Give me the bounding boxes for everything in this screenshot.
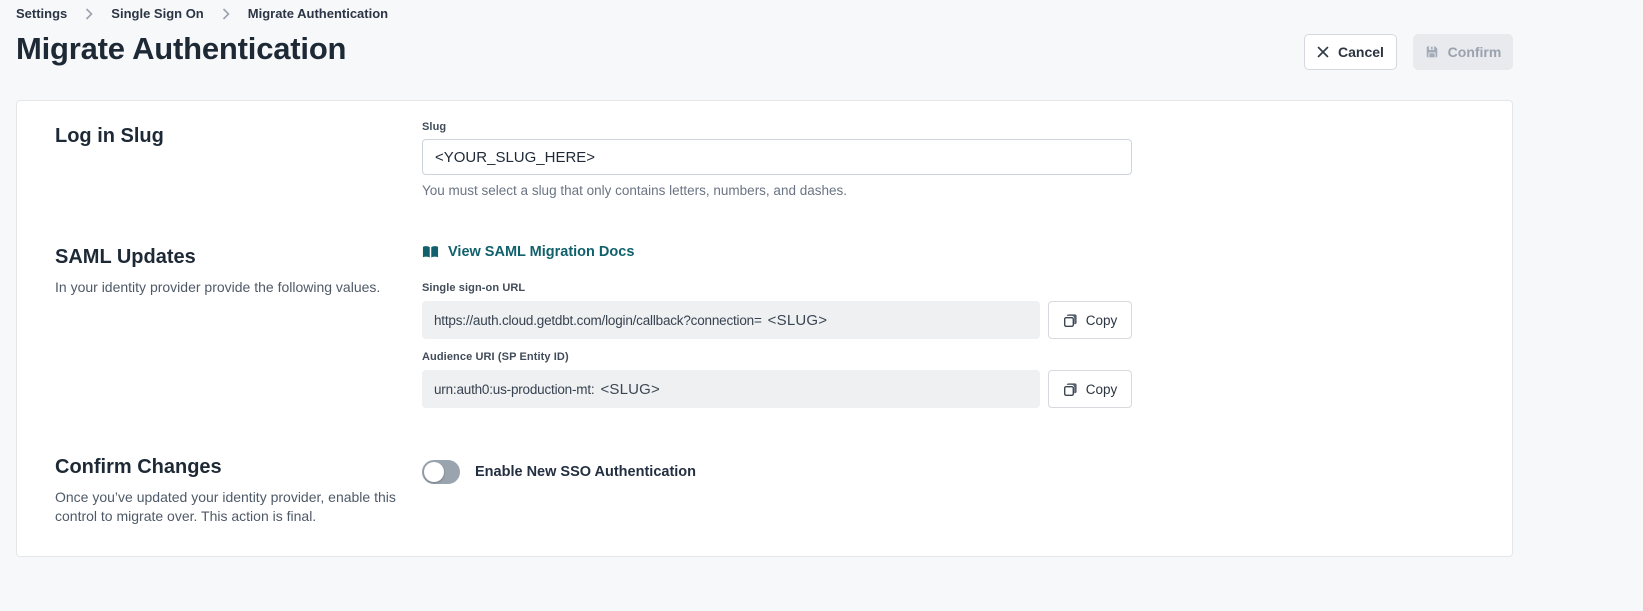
- saml-updates-heading: SAML Updates: [55, 246, 406, 269]
- copy-icon: [1063, 313, 1078, 328]
- sso-url-prefix: https://auth.cloud.getdbt.com/login/call…: [434, 313, 762, 328]
- enable-sso-toggle-label: Enable New SSO Authentication: [475, 464, 696, 480]
- confirm-button-label: Confirm: [1448, 44, 1502, 60]
- view-saml-migration-docs-link[interactable]: View SAML Migration Docs: [422, 244, 634, 260]
- confirm-changes-heading: Confirm Changes: [55, 456, 406, 479]
- audience-uri-value: urn:auth0:us-production-mt: <SLUG>: [422, 370, 1040, 408]
- migrate-authentication-page: Settings Single Sign On Migrate Authenti…: [16, 0, 1513, 557]
- copy-audience-uri-button[interactable]: Copy: [1048, 370, 1132, 408]
- sso-url-group: Single sign-on URL https://auth.cloud.ge…: [422, 282, 1132, 339]
- copy-button-label: Copy: [1086, 313, 1118, 328]
- toggle-knob: [424, 462, 444, 482]
- login-slug-heading: Log in Slug: [55, 125, 406, 148]
- sso-url-value: https://auth.cloud.getdbt.com/login/call…: [422, 301, 1040, 339]
- breadcrumb-single-sign-on[interactable]: Single Sign On: [111, 6, 203, 21]
- copy-sso-url-button[interactable]: Copy: [1048, 301, 1132, 339]
- save-icon: [1425, 45, 1439, 59]
- chevron-right-icon: [85, 8, 93, 20]
- page-title: Migrate Authentication: [16, 31, 346, 67]
- confirm-button[interactable]: Confirm: [1413, 34, 1513, 70]
- breadcrumb-settings[interactable]: Settings: [16, 6, 67, 21]
- cancel-button[interactable]: Cancel: [1304, 34, 1397, 70]
- enable-sso-toggle-row: Enable New SSO Authentication: [422, 460, 1132, 484]
- cancel-button-label: Cancel: [1338, 44, 1384, 60]
- enable-sso-toggle[interactable]: [422, 460, 460, 484]
- audience-uri-group: Audience URI (SP Entity ID) urn:auth0:us…: [422, 351, 1132, 408]
- chevron-right-icon: [222, 8, 230, 20]
- breadcrumb-migrate-authentication: Migrate Authentication: [248, 6, 388, 21]
- breadcrumb: Settings Single Sign On Migrate Authenti…: [16, 6, 1513, 21]
- sso-url-slug-placeholder: <SLUG>: [768, 312, 828, 329]
- audience-uri-label: Audience URI (SP Entity ID): [422, 351, 1132, 363]
- copy-icon: [1063, 382, 1078, 397]
- section-confirm-changes: Confirm Changes Once you’ve updated your…: [55, 452, 1474, 526]
- open-book-icon: [422, 245, 439, 259]
- slug-input[interactable]: [422, 139, 1132, 175]
- confirm-changes-description: Once you’ve updated your identity provid…: [55, 488, 406, 526]
- header-actions: Cancel Confirm: [1304, 34, 1513, 70]
- migrate-authentication-card: Log in Slug Slug You must select a slug …: [16, 100, 1513, 557]
- slug-field-label: Slug: [422, 121, 1132, 133]
- copy-button-label: Copy: [1086, 382, 1118, 397]
- page-header: Migrate Authentication Cancel: [16, 31, 1513, 70]
- section-login-slug: Log in Slug Slug You must select a slug …: [55, 121, 1474, 198]
- sso-url-label: Single sign-on URL: [422, 282, 1132, 294]
- x-icon: [1317, 46, 1329, 58]
- saml-updates-description: In your identity provider provide the fo…: [55, 278, 406, 297]
- docs-link-label: View SAML Migration Docs: [448, 244, 634, 260]
- audience-uri-prefix: urn:auth0:us-production-mt:: [434, 382, 594, 397]
- audience-uri-slug-placeholder: <SLUG>: [600, 381, 660, 398]
- section-saml-updates: SAML Updates In your identity provider p…: [55, 242, 1474, 408]
- slug-helper-text: You must select a slug that only contain…: [422, 183, 1132, 198]
